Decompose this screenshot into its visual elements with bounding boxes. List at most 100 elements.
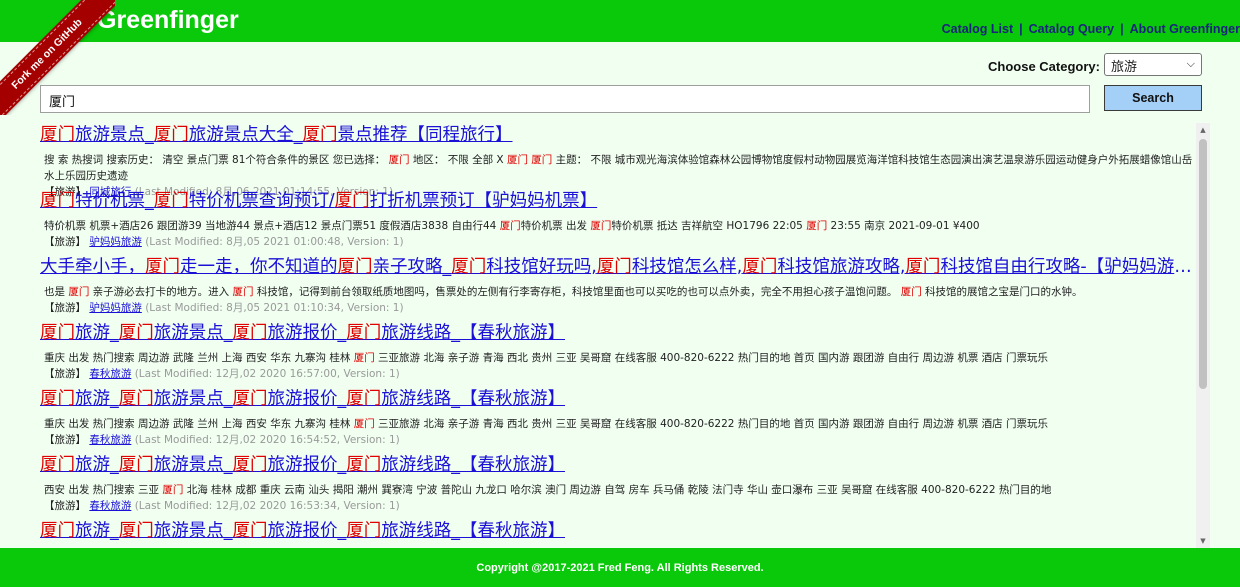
result-last-modified: (Last Modified: 12月,02 2020 16:53:34, Ve… — [134, 500, 400, 512]
keyword-highlight: 厦门 — [900, 286, 922, 298]
category-label: Choose Category: — [988, 59, 1100, 74]
title-text: 科技馆怎么样, — [631, 257, 743, 277]
snippet-text: 三亚旅游 北海 亲子游 青海 西北 贵州 三亚 吴哥窟 在线客服 400-820… — [374, 352, 1049, 364]
keyword-highlight: 厦门 — [118, 389, 154, 409]
keyword-highlight: 厦门 — [334, 191, 370, 211]
keyword-highlight: 厦门 — [40, 323, 75, 343]
result-source-link[interactable]: 驴妈妈旅游 — [89, 302, 142, 314]
title-text: 旅游_ — [75, 389, 119, 409]
keyword-highlight: 厦门 — [40, 125, 75, 145]
result-title-link[interactable]: 厦门旅游景点_厦门旅游景点大全_厦门景点推荐【同程旅行】 — [40, 123, 1195, 148]
result-title-link[interactable]: 厦门旅游_厦门旅游景点_厦门旅游报价_厦门旅游线路_【春秋旅游】 — [40, 387, 1195, 412]
github-ribbon-container: Fork me on GitHub — [0, 0, 115, 115]
result-snippet: 搜 索 热搜词 搜索历史： 清空 景点门票 81个符合条件的景区 您已选择： 厦… — [40, 148, 1195, 184]
keyword-highlight: 厦门 — [806, 220, 828, 232]
keyword-highlight: 厦门 — [145, 257, 180, 277]
footer: Copyright @2017-2021 Fred Feng. All Righ… — [0, 548, 1240, 587]
keyword-highlight: 厦门 — [118, 455, 154, 475]
result-meta: 【旅游】 春秋旅游 (Last Modified: 12月,02 2020 16… — [40, 498, 1195, 514]
snippet-text: 搜 索 热搜词 搜索历史： 清空 景点门票 81个符合条件的景区 您已选择： — [44, 154, 389, 166]
result-snippet: 重庆 出发 热门搜索 周边游 武隆 兰州 上海 西安 华东 九寨沟 桂林 厦门 … — [40, 412, 1195, 432]
result-category: 【旅游】 — [44, 302, 86, 314]
keyword-highlight: 厦门 — [346, 521, 382, 541]
title-text: 旅游景点_ — [153, 521, 233, 541]
snippet-text: 23:55 南京 2021-09-01 ¥400 — [827, 220, 980, 232]
keyword-highlight: 厦门 — [68, 286, 90, 298]
fork-me-ribbon[interactable]: Fork me on GitHub — [0, 0, 115, 115]
snippet-text: 北海 桂林 成都 重庆 云南 汕头 揭阳 潮州 巽寮湾 宁波 普陀山 九龙口 哈… — [183, 484, 1052, 496]
scrollbar-thumb[interactable] — [1199, 139, 1207, 389]
title-text: 旅游景点大全_ — [188, 125, 303, 145]
title-text: 特价机票查询预订/ — [188, 191, 335, 211]
result-title-link[interactable]: 厦门旅游_厦门旅游景点_厦门旅游报价_厦门旅游线路_【春秋旅游】 — [40, 321, 1195, 346]
result-source-link[interactable]: 驴妈妈旅游 — [89, 236, 142, 248]
title-text: 科技馆旅游攻略, — [777, 257, 906, 277]
result-title-link[interactable]: 厦门特价机票_厦门特价机票查询预订/厦门打折机票预订【驴妈妈机票】 — [40, 189, 1195, 214]
snippet-text: 科技馆的展馆之宝是门口的水钟。 — [921, 286, 1083, 298]
title-text: 旅游景点_ — [153, 455, 233, 475]
result-source-link[interactable]: 春秋旅游 — [89, 434, 131, 446]
title-text: 旅游_ — [75, 521, 119, 541]
search-button[interactable]: Search — [1104, 85, 1202, 111]
header-bar: Greenfinger Catalog List | Catalog Query | A… — [0, 0, 1240, 42]
arrow-up-icon[interactable]: ▲ — [1196, 123, 1210, 137]
results-scrollbar[interactable]: ▲ ▼ — [1196, 123, 1210, 548]
result-category: 【旅游】 — [44, 434, 86, 446]
result-meta: 【旅游】 春秋旅游 (Last Modified: 12月,02 2020 16… — [40, 366, 1195, 382]
keyword-highlight: 厦门 — [232, 286, 254, 298]
keyword-highlight: 厦门 — [506, 154, 528, 166]
keyword-highlight: 厦门 — [531, 154, 553, 166]
search-input[interactable]: 厦门 — [40, 85, 1090, 113]
app-title: Greenfinger — [97, 6, 239, 34]
result-item: 厦门旅游_厦门旅游景点_厦门旅游报价_厦门旅游线路_【春秋旅游】 — [40, 519, 1195, 548]
snippet-text: 西安 出发 热门搜索 三亚 — [44, 484, 163, 496]
copyright-text: Copyright @2017-2021 Fred Feng. All Righ… — [476, 562, 764, 574]
result-title-link[interactable]: 厦门旅游_厦门旅游景点_厦门旅游报价_厦门旅游线路_【春秋旅游】 — [40, 519, 1195, 544]
title-text: 旅游景点_ — [153, 389, 233, 409]
snippet-text: 地区： 不限 全部 X — [409, 154, 507, 166]
result-title-link[interactable]: 大手牵小手，厦门走一走，你不知道的厦门亲子攻略_厦门科技馆好玩吗,厦门科技馆怎么… — [40, 255, 1195, 280]
title-text: 旅游线路_【春秋旅游】 — [381, 455, 565, 475]
arrow-down-icon[interactable]: ▼ — [1196, 534, 1210, 548]
keyword-highlight: 厦门 — [742, 257, 778, 277]
snippet-text: 特价机票 抵达 吉祥航空 HO1796 22:05 — [611, 220, 807, 232]
title-text: 旅游报价_ — [267, 389, 347, 409]
title-text: 走一走，你不知道的 — [180, 257, 338, 277]
keyword-highlight: 厦门 — [153, 125, 189, 145]
keyword-highlight: 厦门 — [118, 323, 154, 343]
result-category: 【旅游】 — [44, 368, 86, 380]
keyword-highlight: 厦门 — [40, 455, 75, 475]
nav-separator: | — [1019, 22, 1023, 36]
category-select[interactable]: 旅游 ⌵ — [1104, 53, 1202, 76]
snippet-text: 特价机票 机票+酒店26 跟团游39 当地游44 景点+酒店12 景点门票51 … — [44, 220, 500, 232]
keyword-highlight: 厦门 — [232, 323, 268, 343]
keyword-highlight: 厦门 — [118, 521, 154, 541]
result-item: 厦门旅游_厦门旅游景点_厦门旅游报价_厦门旅游线路_【春秋旅游】西安 出发 热门… — [40, 453, 1195, 519]
title-text: 亲子攻略_ — [372, 257, 452, 277]
result-item: 厦门旅游_厦门旅游景点_厦门旅游报价_厦门旅游线路_【春秋旅游】重庆 出发 热门… — [40, 321, 1195, 387]
title-text: 特价机票_ — [75, 191, 154, 211]
keyword-highlight: 厦门 — [388, 154, 410, 166]
nav-catalog-list[interactable]: Catalog List — [942, 22, 1014, 36]
keyword-highlight: 厦门 — [346, 323, 382, 343]
title-text: 旅游线路_【春秋旅游】 — [381, 389, 565, 409]
result-last-modified: (Last Modified: 8月,05 2021 01:10:34, Ver… — [145, 302, 404, 314]
result-source-link[interactable]: 春秋旅游 — [89, 500, 131, 512]
result-meta: 【旅游】 驴妈妈旅游 (Last Modified: 8月,05 2021 01… — [40, 300, 1195, 316]
snippet-text: 重庆 出发 热门搜索 周边游 武隆 兰州 上海 西安 华东 九寨沟 桂林 — [44, 418, 354, 430]
keyword-highlight: 厦门 — [346, 455, 382, 475]
title-text: 旅游_ — [75, 455, 119, 475]
result-source-link[interactable]: 春秋旅游 — [89, 368, 131, 380]
snippet-text: 特价机票 出发 — [520, 220, 591, 232]
title-text: 大手牵小手， — [40, 257, 145, 277]
nav-catalog-query[interactable]: Catalog Query — [1029, 22, 1114, 36]
title-text: 旅游_ — [75, 323, 119, 343]
nav-separator: | — [1120, 22, 1124, 36]
nav-about[interactable]: About Greenfinger — [1130, 22, 1240, 36]
result-item: 厦门旅游_厦门旅游景点_厦门旅游报价_厦门旅游线路_【春秋旅游】 重庆 出发 热门… — [40, 387, 1195, 453]
keyword-highlight: 厦门 — [905, 257, 941, 277]
snippet-text: 重庆 出发 热门搜索 周边游 武隆 兰州 上海 西安 华东 九寨沟 桂林 — [44, 352, 354, 364]
result-snippet: 特价机票 机票+酒店26 跟团游39 当地游44 景点+酒店12 景点门票51 … — [40, 214, 1195, 234]
keyword-highlight: 厦门 — [346, 389, 382, 409]
result-title-link[interactable]: 厦门旅游_厦门旅游景点_厦门旅游报价_厦门旅游线路_【春秋旅游】 — [40, 453, 1195, 478]
